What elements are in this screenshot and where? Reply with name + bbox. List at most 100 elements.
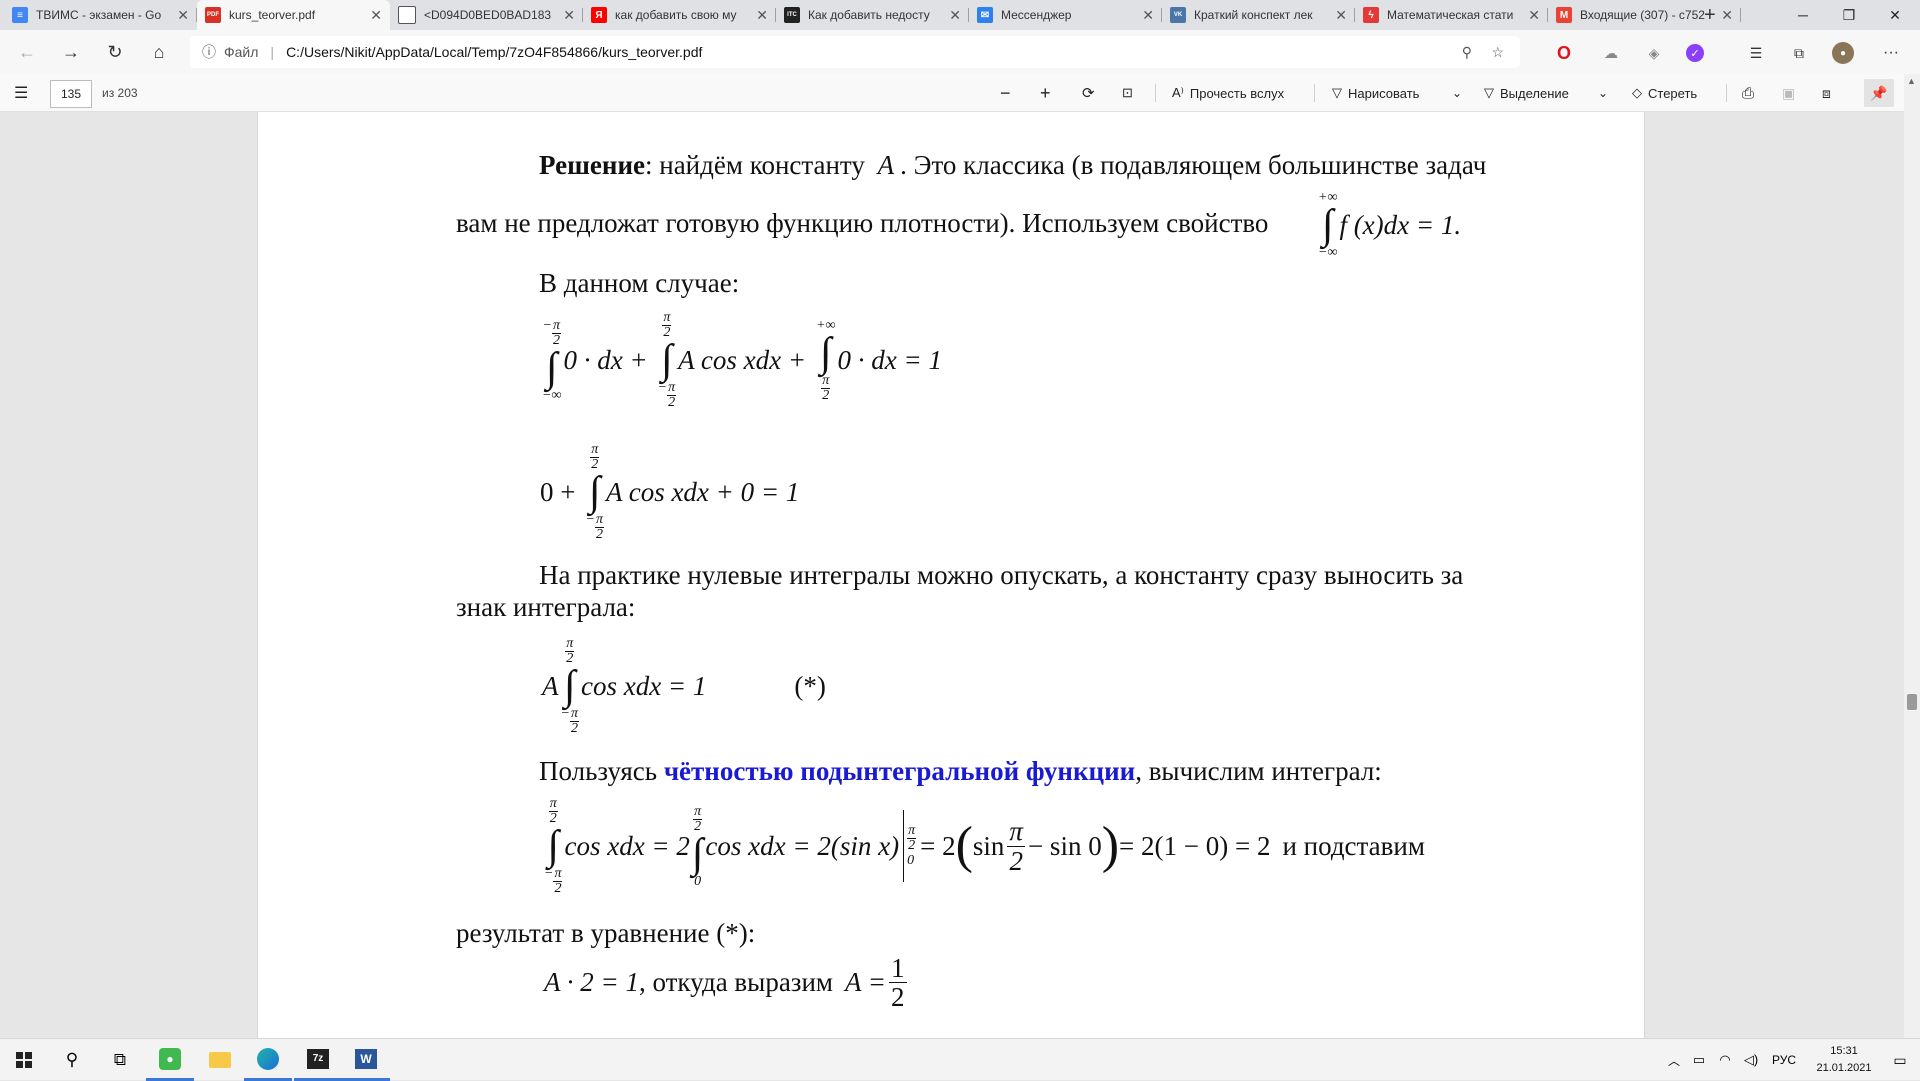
folder-icon — [209, 1052, 231, 1068]
tab-close-icon[interactable]: ✕ — [563, 7, 575, 24]
tab-title: ТВИМС - экзамен - Go — [36, 8, 162, 22]
vk-icon: VK — [1170, 7, 1186, 23]
draw-dropdown-chevron-icon[interactable]: ⌄ — [1452, 82, 1462, 104]
app-green-icon: ● — [159, 1047, 181, 1070]
tab-close-icon[interactable]: ✕ — [370, 7, 382, 24]
tab-title: Краткий конспект лек — [1194, 8, 1313, 22]
eq4-after: и подставим — [1282, 830, 1425, 861]
proton-extension-icon[interactable]: ✓ — [1686, 44, 1704, 62]
eq4-d: − sin 0 — [1027, 830, 1102, 861]
favorite-star-icon[interactable]: ☆ — [1491, 44, 1504, 61]
tab-6[interactable]: VK Краткий конспект лек ✕ — [1162, 0, 1355, 30]
eq1-term2: A cos xdx + — [678, 344, 807, 375]
solution-rest: . Это классика (в подавляющем большинств… — [900, 150, 1487, 180]
save-icon[interactable]: ▣ — [1782, 82, 1795, 104]
info-icon[interactable]: ⓘ — [202, 42, 216, 62]
tab-strip: ≡ ТВИМС - экзамен - Go ✕ PDF kurs_teorver.pd… — [0, 0, 1920, 30]
tab-close-icon[interactable]: ✕ — [177, 7, 189, 24]
task-view-icon[interactable]: ⧉ — [96, 1039, 144, 1081]
taskbar-explorer[interactable] — [196, 1039, 244, 1081]
close-window-button[interactable]: ✕ — [1872, 0, 1918, 30]
new-tab-button[interactable]: + — [1700, 0, 1730, 30]
collections-icon[interactable]: ⧉ — [1788, 42, 1810, 64]
zoom-icon[interactable]: ⚲ — [1462, 44, 1472, 61]
tab-close-icon[interactable]: ✕ — [1142, 7, 1154, 24]
search-icon[interactable]: ⚲ — [48, 1039, 96, 1081]
property-formula: +∞ ∫ −∞ f (x)dx = 1. — [1318, 190, 1462, 260]
language-indicator[interactable]: РУС — [1764, 1039, 1804, 1081]
tab-3[interactable]: Якак добавить свою му ✕ — [583, 0, 776, 30]
profile-avatar[interactable]: ● — [1832, 42, 1854, 64]
tab-7[interactable]: ϟ Математическая стати ✕ — [1355, 0, 1548, 30]
page-number-input[interactable]: 135 — [50, 80, 92, 108]
battery-icon[interactable]: ▭ — [1686, 1039, 1712, 1081]
7zip-icon: 7z — [307, 1048, 329, 1069]
volume-icon[interactable]: ◁) — [1738, 1039, 1764, 1081]
tab-1[interactable]: PDF kurs_teorver.pdf ✕ — [197, 0, 390, 30]
shield-extension-icon[interactable]: ◈ — [1643, 42, 1665, 64]
vertical-scrollbar[interactable]: ▲ — [1904, 74, 1920, 1038]
clock[interactable]: 15:31 21.01.2021 — [1808, 1043, 1880, 1077]
tab-4[interactable]: ITC Как добавить недосту ✕ — [776, 0, 969, 30]
pin-toolbar-icon[interactable]: 📌 — [1864, 79, 1894, 107]
yandex-icon: Я — [591, 7, 607, 23]
pdf-viewer[interactable]: Решение: найдём константу A. Это классик… — [0, 112, 1920, 1038]
tab-5[interactable]: ✉ Мессенджер ✕ — [969, 0, 1162, 30]
rotate-icon[interactable]: ⟳ — [1082, 82, 1095, 104]
equation-5: A · 2 = 1 , откуда выразим A = 12 — [544, 954, 910, 1012]
wifi-icon[interactable]: ◠ — [1712, 1039, 1738, 1081]
more-menu-icon[interactable]: ··· — [1880, 42, 1902, 64]
minimize-button[interactable]: ─ — [1780, 0, 1826, 30]
refresh-button[interactable]: ↻ — [100, 38, 130, 66]
fit-page-icon[interactable]: ⊡ — [1122, 82, 1133, 104]
eq4-b: cos xdx = 2(sin x) — [705, 830, 900, 861]
eq4-sin: sin — [972, 830, 1005, 861]
tab-2[interactable]: <D094D0BED0BAD183 ✕ — [390, 0, 583, 30]
tab-title: как добавить свою му — [615, 8, 737, 22]
draw-label: Нарисовать — [1348, 85, 1420, 101]
forward-button[interactable]: → — [56, 38, 86, 66]
formula-body: f (x)dx = 1. — [1339, 209, 1462, 240]
print-icon[interactable]: ⎙ — [1742, 82, 1754, 104]
taskbar-edge[interactable] — [244, 1039, 292, 1081]
zoom-in-icon[interactable]: + — [1040, 82, 1051, 104]
highlight-dropdown-chevron-icon[interactable]: ⌄ — [1598, 82, 1608, 104]
pdf-icon: PDF — [205, 7, 221, 23]
favorites-icon[interactable]: ☰ — [1745, 42, 1767, 64]
url-field[interactable]: ⓘ Файл | C:/Users/Nikit/AppData/Local/Te… — [190, 36, 1520, 68]
scroll-up-arrow-icon[interactable]: ▲ — [1907, 76, 1916, 86]
eq2-body: A cos xdx + 0 = 1 — [605, 476, 800, 507]
taskbar-word[interactable]: W — [342, 1039, 390, 1081]
tray-chevron-icon[interactable]: ︿ — [1662, 1039, 1686, 1081]
tab-0[interactable]: ≡ ТВИМС - экзамен - Go ✕ — [4, 0, 197, 30]
contents-icon[interactable]: ☰ — [14, 82, 28, 104]
docs-icon: ≡ — [12, 7, 28, 23]
tab-close-icon[interactable]: ✕ — [1528, 7, 1540, 24]
zoom-out-icon[interactable]: − — [1000, 82, 1011, 104]
pdf-toolbar: ☰ 135 из 203 − + ⟳ ⊡ A⁾ Прочесть вслух ▽ Н… — [0, 74, 1920, 112]
taskbar-7zip[interactable]: 7z — [294, 1039, 342, 1081]
tab-close-icon[interactable]: ✕ — [949, 7, 961, 24]
taskbar-app-green[interactable]: ● — [146, 1039, 194, 1081]
opera-extension-icon[interactable]: O — [1553, 42, 1575, 64]
messenger-icon: ✉ — [977, 7, 993, 23]
home-button[interactable]: ⌂ — [144, 38, 174, 66]
draw-button[interactable]: ▽ Нарисовать — [1332, 82, 1419, 104]
tab-title: Входящие (307) - c752 — [1580, 8, 1705, 22]
erase-button[interactable]: ◇ Стереть — [1632, 82, 1697, 104]
tab-close-icon[interactable]: ✕ — [1335, 7, 1347, 24]
cloud-extension-icon[interactable]: ☁ — [1600, 42, 1622, 64]
back-button[interactable]: ← — [12, 38, 42, 66]
eq4-c: = 2 — [920, 830, 956, 861]
address-bar: ← → ↻ ⌂ ⓘ Файл | C:/Users/Nikit/AppData/… — [0, 30, 1920, 74]
tab-close-icon[interactable]: ✕ — [756, 7, 768, 24]
highlight-button[interactable]: ▽ Выделение — [1484, 82, 1569, 104]
evenness-link[interactable]: чётностью подынтегральной функции — [664, 756, 1135, 786]
maximize-button[interactable]: ❐ — [1826, 0, 1872, 30]
notifications-icon[interactable]: ▭ — [1884, 1039, 1916, 1081]
start-button[interactable] — [0, 1039, 48, 1081]
eq1-term1: 0 · dx + — [563, 344, 648, 375]
scroll-thumb[interactable] — [1907, 694, 1917, 710]
save-as-icon[interactable]: ⧈ — [1822, 82, 1831, 104]
read-aloud-button[interactable]: A⁾ Прочесть вслух — [1172, 82, 1284, 104]
